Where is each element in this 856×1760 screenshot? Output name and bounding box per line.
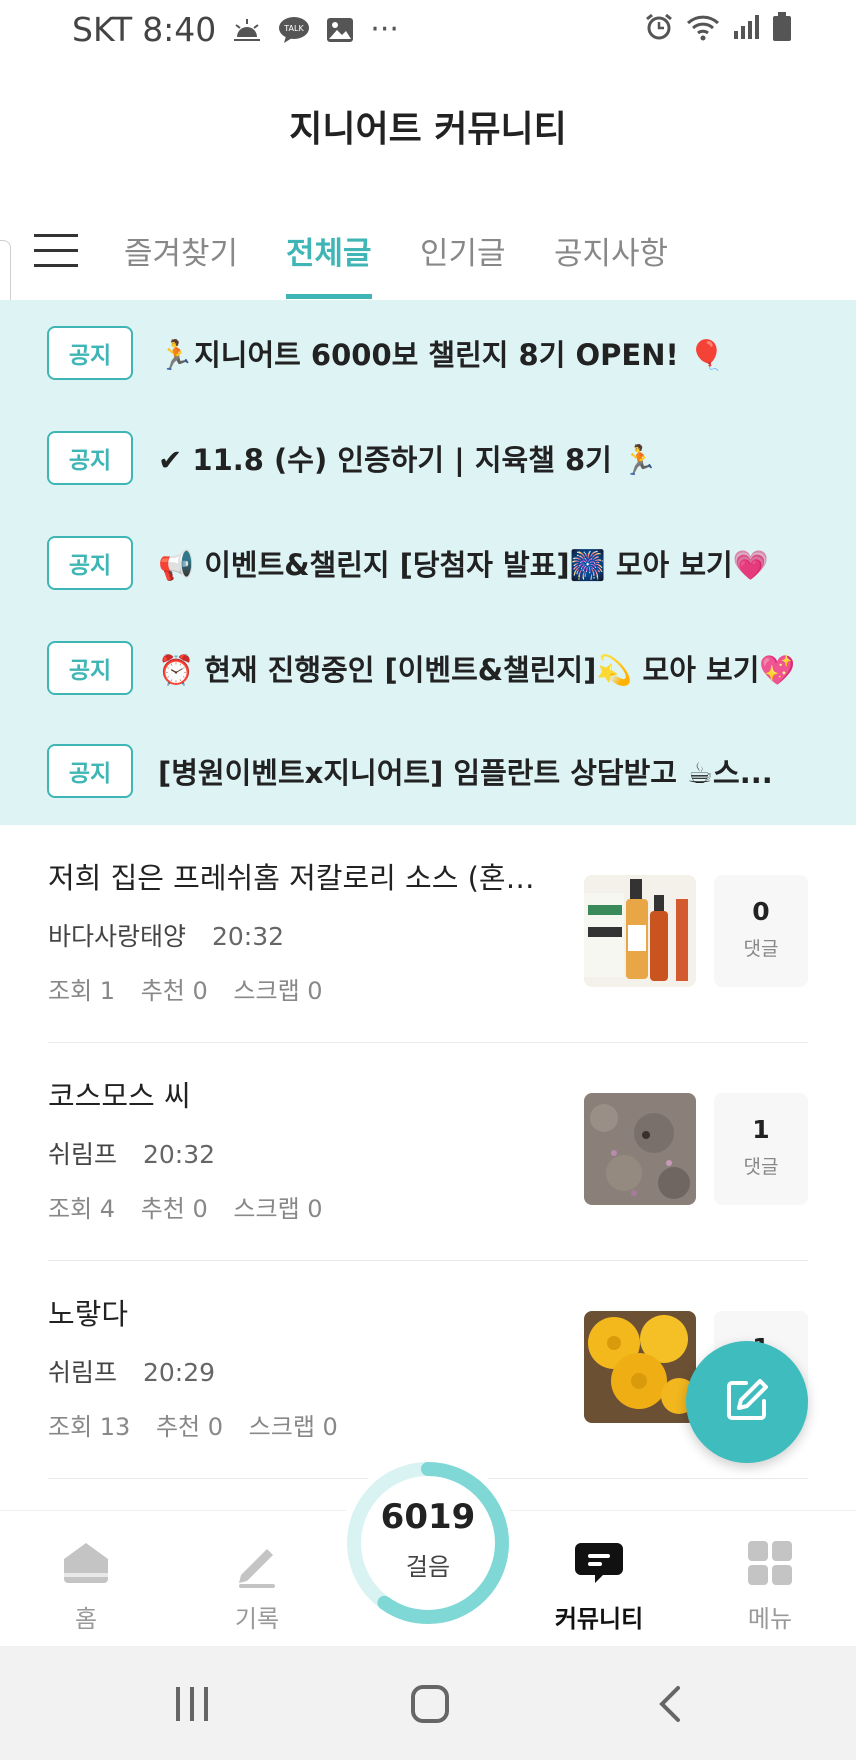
comment-count-box[interactable]: 0 댓글 bbox=[714, 875, 808, 987]
recent-apps-icon[interactable] bbox=[172, 1684, 212, 1728]
like-count: 추천 0 bbox=[155, 1413, 224, 1441]
post-meta: 바다사랑태양 20:32 bbox=[48, 917, 284, 953]
post-time: 20:32 bbox=[142, 1140, 216, 1169]
more-dots: ··· bbox=[370, 12, 399, 47]
status-bar: SKT 8:40 TALK ··· bbox=[0, 0, 856, 62]
hamburger-menu-icon[interactable] bbox=[34, 234, 78, 268]
nav-community[interactable]: 커뮤니티 bbox=[539, 1537, 659, 1634]
talk-icon: TALK bbox=[278, 16, 310, 44]
scrap-count: 스크랩 0 bbox=[248, 1413, 338, 1441]
post-item[interactable]: 저희 집은 프레쉬홈 저칼로리 소스 (혼합) ... 바다사랑태양 20:32… bbox=[48, 825, 808, 1043]
status-right bbox=[644, 12, 792, 46]
nav-record[interactable]: 기록 bbox=[197, 1537, 317, 1634]
notice-list: 공지 🏃지니어트 6000보 챌린지 8기 OPEN! 🎈 공지 ✔ 11.8 … bbox=[0, 300, 856, 825]
tab-bar: 즐겨찾기 전체글 인기글 공지사항 bbox=[0, 198, 856, 300]
home-button-icon[interactable] bbox=[410, 1684, 450, 1728]
step-progress-ring bbox=[347, 1462, 509, 1624]
notice-title: 🏃지니어트 6000보 챌린지 8기 OPEN! 🎈 bbox=[158, 338, 725, 372]
notice-title: [병원이벤트x지니어트] 임플란트 상담받고 ☕스... bbox=[158, 756, 773, 790]
clock: 8:40 bbox=[142, 10, 217, 49]
notice-badge: 공지 bbox=[47, 431, 133, 485]
nav-community-label: 커뮤니티 bbox=[554, 1605, 644, 1633]
nav-record-label: 기록 bbox=[234, 1605, 280, 1633]
pencil-icon bbox=[197, 1537, 317, 1589]
scrap-count: 스크랩 0 bbox=[233, 1195, 323, 1223]
post-stats: 조회 1 추천 0 스크랩 0 bbox=[48, 971, 341, 1006]
like-count: 추천 0 bbox=[140, 1195, 208, 1223]
post-item[interactable]: 코스모스 씨 쉬림프 20:32 조회 4 추천 0 스크랩 0 1 댓글 bbox=[48, 1043, 808, 1261]
notice-item[interactable]: 공지 [병원이벤트x지니어트] 임플란트 상담받고 ☕스... bbox=[0, 721, 856, 821]
comment-count-box[interactable]: 1 댓글 bbox=[714, 1093, 808, 1205]
view-count: 조회 1 bbox=[48, 977, 116, 1005]
post-title: 저희 집은 프레쉬홈 저칼로리 소스 (혼합) ... bbox=[48, 861, 558, 895]
nav-menu[interactable]: 메뉴 bbox=[710, 1537, 830, 1634]
post-title: 코스모스 씨 bbox=[48, 1079, 191, 1113]
home-icon bbox=[26, 1537, 146, 1589]
nav-home[interactable]: 홈 bbox=[26, 1537, 146, 1634]
notice-item[interactable]: 공지 ⏰ 현재 진행중인 [이벤트&챌린지]💫 모아 보기💖 bbox=[0, 618, 856, 718]
post-stats: 조회 13 추천 0 스크랩 0 bbox=[48, 1407, 356, 1442]
image-icon bbox=[326, 17, 354, 43]
post-thumbnail[interactable] bbox=[584, 875, 696, 987]
post-author: 바다사랑태양 bbox=[48, 922, 187, 951]
edit-icon bbox=[722, 1375, 772, 1429]
post-thumbnail[interactable] bbox=[584, 1093, 696, 1205]
nav-menu-label: 메뉴 bbox=[747, 1605, 793, 1633]
step-count: 6019 bbox=[380, 1497, 476, 1537]
tab-favorites[interactable]: 즐겨찾기 bbox=[124, 228, 238, 273]
notice-item[interactable]: 공지 ✔ 11.8 (수) 인증하기 | 지육챌 8기 🏃 bbox=[0, 408, 856, 508]
post-stats: 조회 4 추천 0 스크랩 0 bbox=[48, 1189, 341, 1224]
notice-badge: 공지 bbox=[47, 641, 133, 695]
comment-count: 0 bbox=[752, 897, 770, 926]
status-left: SKT 8:40 TALK ··· bbox=[72, 10, 399, 49]
back-button-icon[interactable] bbox=[652, 1684, 692, 1728]
svg-text:TALK: TALK bbox=[284, 24, 305, 33]
page-title: 지니어트 커뮤니티 bbox=[289, 109, 567, 150]
system-nav-bar bbox=[0, 1646, 856, 1760]
view-count: 조회 4 bbox=[48, 1195, 116, 1223]
nav-home-label: 홈 bbox=[74, 1605, 98, 1633]
post-time: 20:32 bbox=[211, 922, 285, 951]
carrier: SKT bbox=[72, 10, 133, 49]
comment-label: 댓글 bbox=[743, 938, 779, 960]
notice-badge: 공지 bbox=[47, 536, 133, 590]
post-title: 노랗다 bbox=[48, 1297, 129, 1331]
notice-item[interactable]: 공지 📢 이벤트&챌린지 [당첨자 발표]🎆 모아 보기💗 bbox=[0, 513, 856, 613]
battery-icon bbox=[772, 12, 792, 46]
sunny-icon bbox=[232, 17, 262, 43]
post-author: 쉬림프 bbox=[48, 1358, 118, 1387]
step-label: 걸음 bbox=[405, 1553, 451, 1581]
view-count: 조회 13 bbox=[48, 1413, 131, 1441]
step-counter[interactable]: 6019 걸음 bbox=[340, 1455, 516, 1631]
comment-label: 댓글 bbox=[743, 1156, 779, 1178]
like-count: 추천 0 bbox=[140, 977, 208, 1005]
active-tab-indicator bbox=[286, 294, 372, 299]
post-meta: 쉬림프 20:29 bbox=[48, 1353, 215, 1389]
notice-title: ✔ 11.8 (수) 인증하기 | 지육챌 8기 🏃 bbox=[158, 443, 659, 477]
post-author: 쉬림프 bbox=[48, 1140, 118, 1169]
write-post-button[interactable] bbox=[686, 1341, 808, 1463]
tab-popular[interactable]: 인기글 bbox=[420, 228, 506, 273]
post-thumbnail[interactable] bbox=[584, 1311, 696, 1423]
notice-badge: 공지 bbox=[47, 326, 133, 380]
notice-title: 📢 이벤트&챌린지 [당첨자 발표]🎆 모아 보기💗 bbox=[158, 548, 769, 582]
notice-title: ⏰ 현재 진행중인 [이벤트&챌린지]💫 모아 보기💖 bbox=[158, 653, 796, 687]
scrap-count: 스크랩 0 bbox=[233, 977, 323, 1005]
comment-count: 1 bbox=[752, 1115, 770, 1144]
grid-icon bbox=[710, 1537, 830, 1589]
notice-item[interactable]: 공지 🏃지니어트 6000보 챌린지 8기 OPEN! 🎈 bbox=[0, 303, 856, 403]
chat-icon bbox=[539, 1537, 659, 1589]
alarm-icon bbox=[644, 12, 674, 46]
post-time: 20:29 bbox=[142, 1358, 216, 1387]
signal-icon bbox=[732, 13, 760, 45]
post-meta: 쉬림프 20:32 bbox=[48, 1135, 215, 1171]
notice-badge: 공지 bbox=[47, 744, 133, 798]
wifi-icon bbox=[686, 13, 720, 45]
tab-all-posts[interactable]: 전체글 bbox=[286, 228, 372, 273]
tab-notices[interactable]: 공지사항 bbox=[554, 228, 668, 273]
